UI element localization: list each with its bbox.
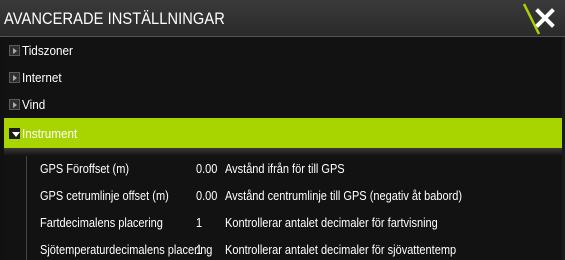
tree-item-internet[interactable]: Internet — [4, 64, 565, 92]
expand-arrow-icon[interactable] — [9, 99, 20, 110]
indent-line — [26, 237, 27, 260]
tree-item-label: Tidszoner — [22, 43, 73, 58]
tree-item-vind[interactable]: Vind — [4, 91, 565, 119]
setting-value[interactable]: 1 — [196, 243, 202, 257]
indent-line — [26, 210, 27, 237]
tree-item-label: Vind — [22, 97, 46, 112]
setting-row[interactable]: GPS Föroffset (m) 0.00 Avstånd ifrån för… — [4, 156, 565, 183]
collapse-arrow-icon[interactable] — [9, 128, 20, 139]
setting-row[interactable]: Fartdecimalens placering 1 Kontrollerar … — [4, 210, 565, 237]
setting-description: Avstånd ifrån för till GPS — [225, 162, 345, 176]
settings-tree: Tidszoner Internet Vind Instrument GPS F… — [4, 37, 565, 260]
section-divider — [4, 148, 565, 156]
indent-line — [26, 156, 27, 183]
tree-item-tidszoner[interactable]: Tidszoner — [4, 37, 565, 65]
setting-row[interactable]: Sjötemperaturdecimalens placering 1 Kont… — [4, 237, 565, 260]
setting-row[interactable]: GPS cetrumlinje offset (m) 0.00 Avstånd … — [4, 183, 565, 210]
setting-description: Kontrollerar antalet decimaler för sjöva… — [225, 243, 457, 257]
tree-item-label: Internet — [22, 70, 62, 85]
dialog-title: AVANCERADE INSTÄLLNINGAR — [4, 9, 225, 28]
expand-arrow-icon[interactable] — [9, 45, 20, 56]
close-button[interactable] — [527, 1, 563, 35]
setting-value[interactable]: 0.00 — [196, 162, 217, 176]
setting-value[interactable]: 1 — [196, 216, 202, 230]
advanced-settings-dialog: AVANCERADE INSTÄLLNINGAR Tidszoner Inter… — [0, 0, 565, 260]
title-bar: AVANCERADE INSTÄLLNINGAR — [0, 0, 565, 37]
setting-name: Fartdecimalens placering — [40, 216, 163, 230]
indent-line — [26, 183, 27, 210]
setting-name: GPS Föroffset (m) — [40, 162, 130, 176]
tree-item-label: Instrument — [22, 126, 78, 141]
tree-item-instrument[interactable]: Instrument — [4, 118, 565, 149]
setting-value[interactable]: 0.00 — [196, 189, 217, 203]
close-icon — [535, 8, 555, 28]
setting-description: Avstånd centrumlinje till GPS (negativ å… — [225, 189, 463, 203]
setting-name: GPS cetrumlinje offset (m) — [40, 189, 169, 203]
expand-arrow-icon[interactable] — [9, 72, 20, 83]
setting-name: Sjötemperaturdecimalens placering — [40, 243, 213, 257]
setting-description: Kontrollerar antalet decimaler för fartv… — [225, 216, 438, 230]
